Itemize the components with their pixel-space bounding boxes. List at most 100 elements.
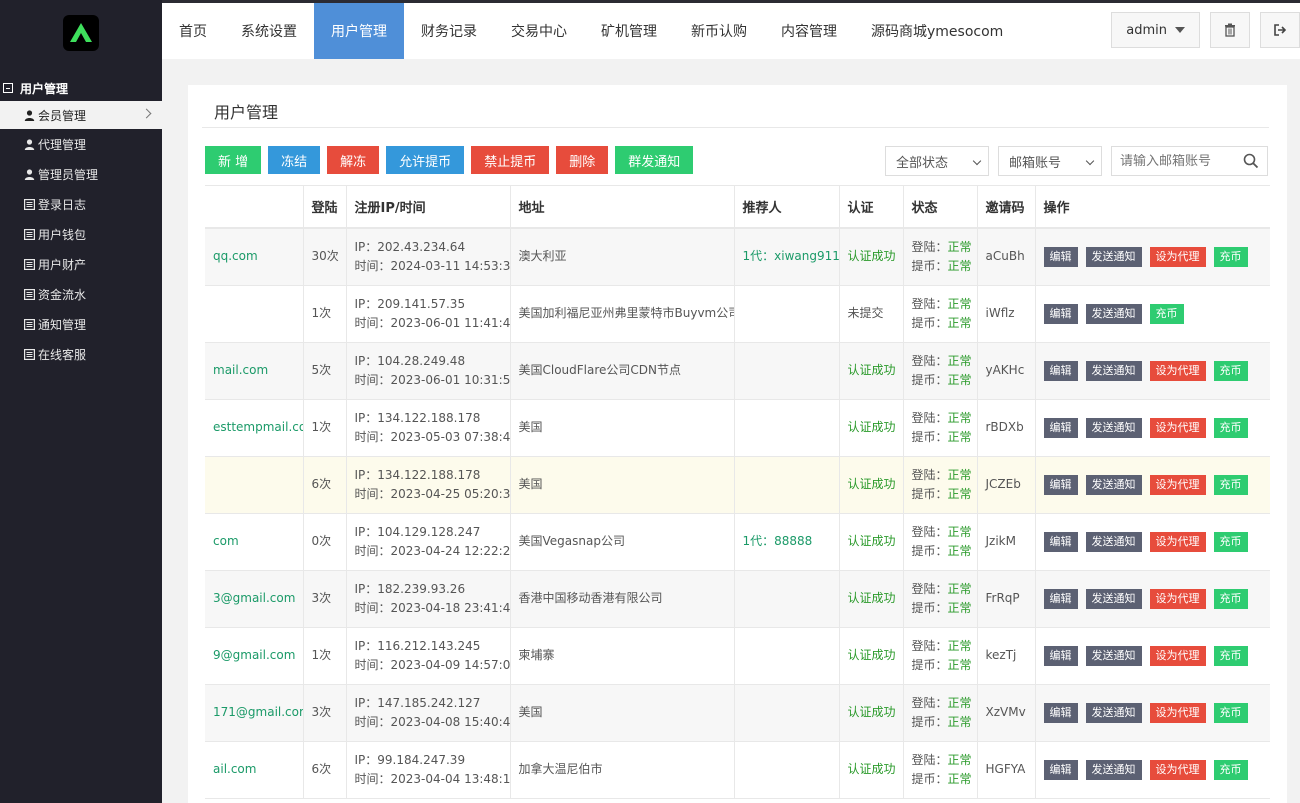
nav-tab-3[interactable]: 财务记录 [404,3,494,59]
clear-cache-button[interactable] [1210,12,1250,48]
search-input[interactable] [1120,153,1240,169]
admin-dropdown[interactable]: admin [1111,12,1200,48]
email-cell [205,285,303,343]
row-actions: 编辑 发送通知 设为代理 充币 [1043,360,1271,381]
table-row[interactable]: 1次 IP：209.141.57.35 时间：2023-06-01 11:41:45… [205,285,1270,343]
table-row[interactable]: 3@gmail.com 3次 IP：182.239.93.26 时间：2023-04-… [205,570,1270,628]
table-row[interactable]: esttempmail.com1次IP：134.122.188.178时间：20… [205,399,1270,457]
status-select[interactable]: 全部状态 [885,146,989,176]
forbid-withdraw-button[interactable]: 禁止提币 [471,146,550,174]
recharge-button[interactable]: 充币 [1213,645,1248,666]
nav-tab-0[interactable]: 首页 [162,3,224,59]
sidebar-item-8[interactable]: 在线客服 [0,339,162,369]
address-cell: 美国加利福尼亚州弗里蒙特市Buyvm公司 [509,285,734,343]
recharge-button[interactable]: 充币 [1213,531,1248,552]
send-notify-button[interactable]: 发送通知 [1085,645,1142,666]
sidebar-item-5[interactable]: 用户财产 [0,249,162,279]
nav-tab-6[interactable]: 新币认购 [674,3,764,59]
add-button[interactable]: 新 增 [205,146,262,174]
send-notify-button[interactable]: 发送通知 [1085,531,1142,552]
freeze-button[interactable]: 冻结 [268,146,321,174]
table-row[interactable]: 171@gmail.com 3次 IP：147.185.242.127 时间：2023… [205,684,1270,742]
edit-button[interactable]: 编辑 [1043,474,1078,495]
logo-icon [70,23,92,42]
sidebar-item-4[interactable]: 用户钱包 [0,219,162,249]
field-select[interactable]: 邮箱账号 [998,146,1102,176]
withdraw-status-value: 正常 [947,543,972,558]
table-row[interactable]: mail.com 5次 IP：104.28.249.48 时间：2023-06-01 … [205,342,1271,400]
edit-button[interactable]: 编辑 [1043,417,1078,438]
login-status-label: 登陆： [911,752,948,767]
recharge-button[interactable]: 充币 [1213,246,1248,267]
recharge-button[interactable]: 充币 [1213,360,1248,381]
set-agent-button[interactable]: 设为代理 [1149,531,1206,552]
login-status-label: 登陆： [911,524,948,539]
edit-button[interactable]: 编辑 [1043,360,1078,381]
logins-cell: 1次 [302,285,346,343]
recharge-button[interactable]: 充币 [1213,588,1248,609]
table-row[interactable]: 6次 IP：134.122.188.178 时间：2023-04-25 05:20:… [205,456,1270,514]
set-agent-button[interactable]: 设为代理 [1149,645,1206,666]
edit-button[interactable]: 编辑 [1043,588,1078,609]
login-status-value: 正常 [947,752,972,767]
set-agent-button[interactable]: 设为代理 [1149,417,1206,438]
send-notify-button[interactable]: 发送通知 [1085,417,1142,438]
invite-cell: aCuBh [976,228,1035,286]
recharge-button[interactable]: 充币 [1149,303,1184,324]
table-row[interactable]: qq.com 30次 IP：202.43.234.64 时间：2024-03-11 1… [205,228,1270,286]
nav-tab-2[interactable]: 用户管理 [314,3,404,59]
send-notify-button[interactable]: 发送通知 [1085,702,1142,723]
ip-value: 134.122.188.178 [377,467,481,482]
send-notify-button[interactable]: 发送通知 [1085,474,1142,495]
nav-tab-4[interactable]: 交易中心 [494,3,584,59]
main-panel: 用户管理 新 增 冻结 解冻 允许提币 禁止提币 删除 群发通知 全部状态 邮箱… [188,85,1287,803]
sidebar-item-3[interactable]: 登录日志 [0,189,162,219]
cell-line: 时间：2023-04-09 14:57:07 [355,656,511,675]
edit-button[interactable]: 编辑 [1043,303,1078,324]
table-row[interactable]: ail.com 6次 IP：99.184.247.39 时间：2023-04-04 1… [205,741,1270,799]
logins-cell: 6次 [302,456,346,514]
login-status-label: 登陆： [911,353,948,368]
edit-button[interactable]: 编辑 [1043,702,1078,723]
withdraw-status-value: 正常 [947,315,972,330]
table-row[interactable]: 9@gmail.com 1次 IP：116.212.143.245 时间：2023-0… [205,627,1270,685]
nav-tab-8[interactable]: 源码商城ymesocom [854,3,1020,59]
sidebar-item-0[interactable]: 会员管理 [0,101,162,129]
notify-all-button[interactable]: 群发通知 [615,146,694,174]
set-agent-button[interactable]: 设为代理 [1149,246,1206,267]
set-agent-button[interactable]: 设为代理 [1149,588,1206,609]
nav-tab-1[interactable]: 系统设置 [224,3,314,59]
search-icon[interactable] [1243,153,1259,169]
edit-button[interactable]: 编辑 [1043,531,1078,552]
allow-withdraw-button[interactable]: 允许提币 [386,146,465,174]
send-notify-button[interactable]: 发送通知 [1085,759,1142,780]
edit-button[interactable]: 编辑 [1043,246,1078,267]
send-notify-button[interactable]: 发送通知 [1085,303,1142,324]
sidebar-group-user-management[interactable]: 用户管理 [0,76,162,100]
logout-button[interactable] [1260,12,1300,48]
set-agent-button[interactable]: 设为代理 [1149,474,1206,495]
invite-cell: yAKHc [976,342,1035,400]
sidebar-item-1[interactable]: 代理管理 [0,129,162,159]
table-row[interactable]: com 0次 IP：104.129.128.247 时间：2023-04-24 12:… [205,513,1270,571]
recharge-button[interactable]: 充币 [1213,759,1248,780]
nav-tab-7[interactable]: 内容管理 [764,3,854,59]
unfreeze-button[interactable]: 解冻 [327,146,380,174]
edit-button[interactable]: 编辑 [1043,645,1078,666]
edit-button[interactable]: 编辑 [1043,759,1078,780]
login-status-value: 正常 [947,239,972,254]
sidebar-item-2[interactable]: 管理员管理 [0,159,162,189]
set-agent-button[interactable]: 设为代理 [1149,759,1206,780]
nav-tab-5[interactable]: 矿机管理 [584,3,674,59]
recharge-button[interactable]: 充币 [1213,702,1248,723]
send-notify-button[interactable]: 发送通知 [1085,588,1142,609]
sidebar-item-7[interactable]: 通知管理 [0,309,162,339]
recharge-button[interactable]: 充币 [1213,474,1248,495]
send-notify-button[interactable]: 发送通知 [1085,246,1142,267]
send-notify-button[interactable]: 发送通知 [1085,360,1142,381]
delete-button[interactable]: 删除 [556,146,609,174]
recharge-button[interactable]: 充币 [1213,417,1248,438]
sidebar-item-6[interactable]: 资金流水 [0,279,162,309]
set-agent-button[interactable]: 设为代理 [1149,702,1206,723]
set-agent-button[interactable]: 设为代理 [1149,360,1206,381]
